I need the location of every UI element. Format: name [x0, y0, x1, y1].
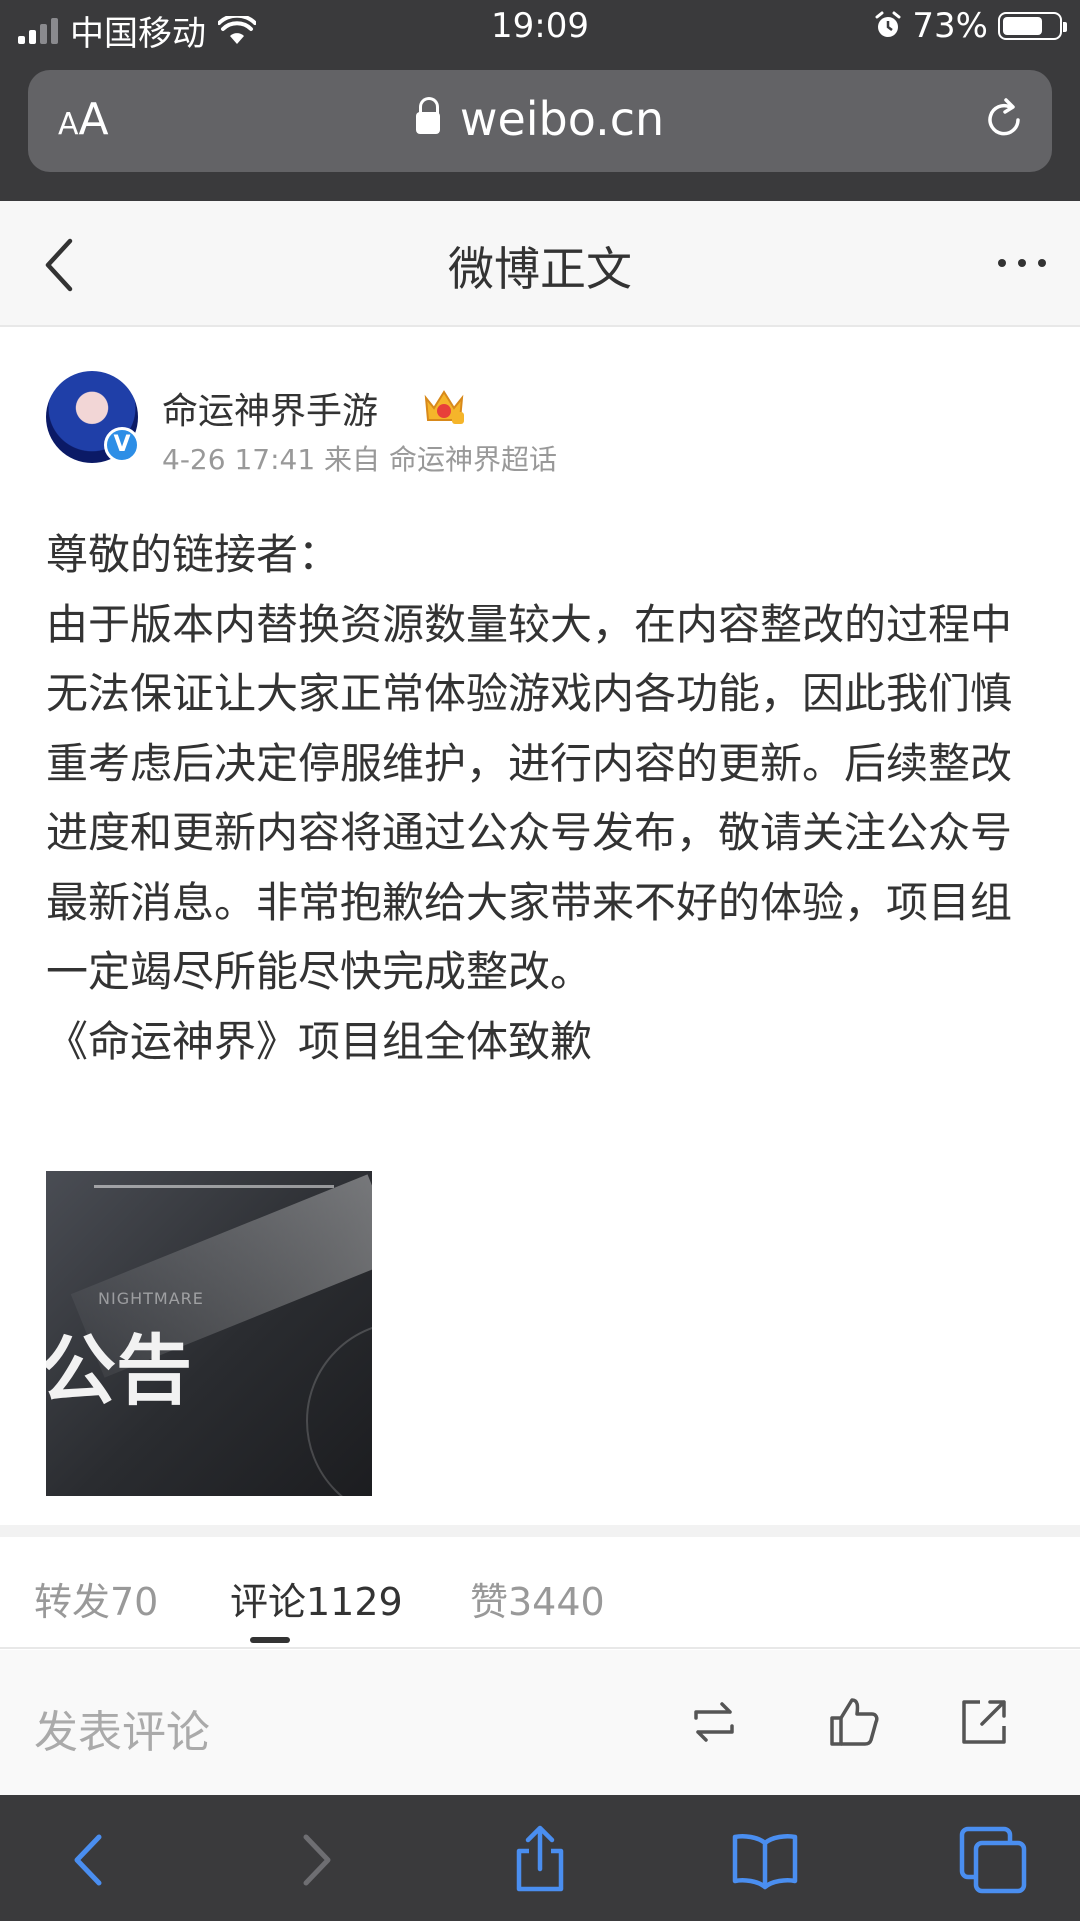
back-icon[interactable] — [55, 1825, 125, 1895]
bookmarks-icon[interactable] — [730, 1825, 800, 1895]
more-icon[interactable] — [998, 259, 1046, 267]
post-body: 由于版本内替换资源数量较大，在内容整改的过程中无法保证让大家正常体验游戏内各功能… — [46, 599, 1013, 997]
browser-toolbar — [0, 1795, 1080, 1921]
post-image[interactable]: NIGHTMARE 公告 — [46, 1171, 372, 1496]
image-subtitle: NIGHTMARE — [98, 1289, 204, 1308]
tab-reposts[interactable]: 转发70 — [34, 1571, 158, 1626]
lock-icon — [415, 96, 440, 134]
url-text: weibo.cn — [459, 92, 665, 146]
image-arc — [306, 1321, 372, 1496]
verified-badge-icon: V — [104, 427, 140, 463]
post-greeting: 尊敬的链接者： — [46, 530, 341, 579]
crown-badge-icon[interactable] — [422, 384, 466, 426]
author-name[interactable]: 命运神界手游 — [162, 382, 378, 434]
like-icon[interactable] — [826, 1694, 882, 1750]
image-title: 公告 — [46, 1326, 192, 1415]
alarm-icon — [875, 11, 901, 37]
battery-percent: 73% — [912, 6, 988, 46]
page-header: 微博正文 — [0, 201, 1080, 327]
tab-likes[interactable]: 赞3440 — [470, 1571, 605, 1626]
share-icon[interactable] — [956, 1694, 1012, 1750]
browser-chrome: AA weibo.cn — [0, 58, 1080, 201]
post-content: 尊敬的链接者： 由于版本内替换资源数量较大，在内容整改的过程中无法保证让大家正常… — [46, 520, 1036, 1076]
author-avatar[interactable]: V — [46, 371, 140, 463]
status-bar: 中国移动 19:09 73% — [0, 0, 1080, 58]
interaction-tabs: 转发70 评论1129 赞3440 — [0, 1537, 1080, 1649]
image-decoration — [94, 1185, 334, 1188]
action-bar: 发表评论 — [0, 1650, 1080, 1795]
active-tab-indicator — [250, 1637, 290, 1643]
battery-icon — [998, 12, 1067, 40]
forward-icon[interactable] — [280, 1825, 350, 1895]
repost-icon[interactable] — [686, 1694, 742, 1750]
tabs-icon[interactable] — [958, 1825, 1028, 1895]
address-bar[interactable]: AA weibo.cn — [28, 70, 1052, 172]
share-icon[interactable] — [505, 1825, 575, 1895]
url-display[interactable]: weibo.cn — [28, 92, 1052, 146]
reload-icon[interactable] — [980, 96, 1028, 144]
post-signoff: 《命运神界》项目组全体致歉 — [46, 1016, 593, 1066]
post-meta: 4-26 17:41 来自 命运神界超话 — [162, 443, 557, 476]
status-right: 73% — [874, 6, 1067, 46]
page-title: 微博正文 — [448, 242, 632, 296]
comment-input[interactable]: 发表评论 — [34, 1696, 210, 1760]
tab-comments[interactable]: 评论1129 — [230, 1571, 403, 1626]
battery-level — [1003, 17, 1043, 35]
section-divider — [0, 1525, 1080, 1537]
